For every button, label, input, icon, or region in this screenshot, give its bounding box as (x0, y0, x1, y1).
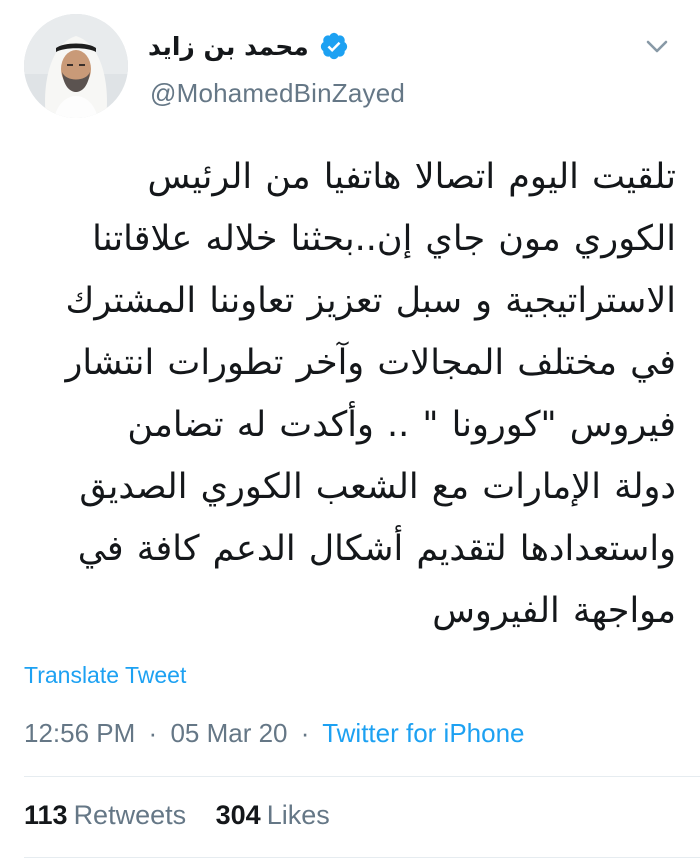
tweet-text-line: الاستراتيجية و سبل تعزيز تعاوننا المشترك (65, 281, 676, 321)
likes-stat[interactable]: 304 Likes (216, 800, 330, 830)
meta-separator: · (148, 718, 158, 748)
tweet-text-line: في مختلف المجالات وآخر تطورات انتشار (65, 343, 676, 383)
likes-count: 304 (215, 800, 261, 830)
tweet-header: محمد بن زايد @MohamedBinZayed (20, 14, 680, 124)
display-name[interactable]: محمد بن زايد (148, 32, 309, 61)
avatar-image (24, 14, 128, 118)
display-name-row: محمد بن زايد (148, 26, 600, 66)
tweet-time[interactable]: 12:56 PM (24, 718, 135, 748)
tweet-text-line: تلقيت اليوم اتصالا هاتفيا من الرئيس (147, 157, 676, 197)
tweet-text-line: واستعدادها لتقديم أشكال الدعم كافة في (77, 529, 676, 569)
tweet-stats: 113 Retweets 304 Likes (24, 800, 330, 831)
tweet-text-line: الكوري مون جاي إن..بحثنا خلاله علاقاتنا (92, 219, 676, 259)
tweet-text-line: مواجهة الفيروس (432, 591, 676, 631)
tweet-text: تلقيت اليوم اتصالا هاتفيا من الرئيس الكو… (40, 146, 676, 642)
retweets-label: Retweets (73, 800, 187, 830)
verified-badge-icon (320, 32, 347, 60)
avatar[interactable] (24, 14, 128, 118)
likes-label: Likes (266, 800, 330, 830)
tweet-text-line: فيروس "كورونا " .. وأكدت له تضامن (127, 405, 676, 445)
retweets-stat[interactable]: 113 Retweets (24, 800, 186, 830)
tweet-text-line: دولة الإمارات مع الشعب الكوري الصديق (79, 467, 676, 507)
user-handle[interactable]: @MohamedBinZayed (150, 78, 405, 109)
tweet-meta: 12:56 PM · 05 Mar 20 · Twitter for iPhon… (24, 718, 525, 749)
tweet-source-link[interactable]: Twitter for iPhone (322, 718, 524, 748)
translate-tweet-link[interactable]: Translate Tweet (24, 662, 186, 689)
retweets-count: 113 (24, 800, 68, 830)
meta-separator: · (300, 718, 310, 748)
chevron-down-icon[interactable] (642, 36, 672, 58)
divider (24, 857, 700, 858)
tweet-date[interactable]: 05 Mar 20 (170, 718, 287, 748)
tweet-card: محمد بن زايد @MohamedBinZayed تلقيت اليو… (0, 0, 700, 863)
divider (24, 776, 700, 777)
